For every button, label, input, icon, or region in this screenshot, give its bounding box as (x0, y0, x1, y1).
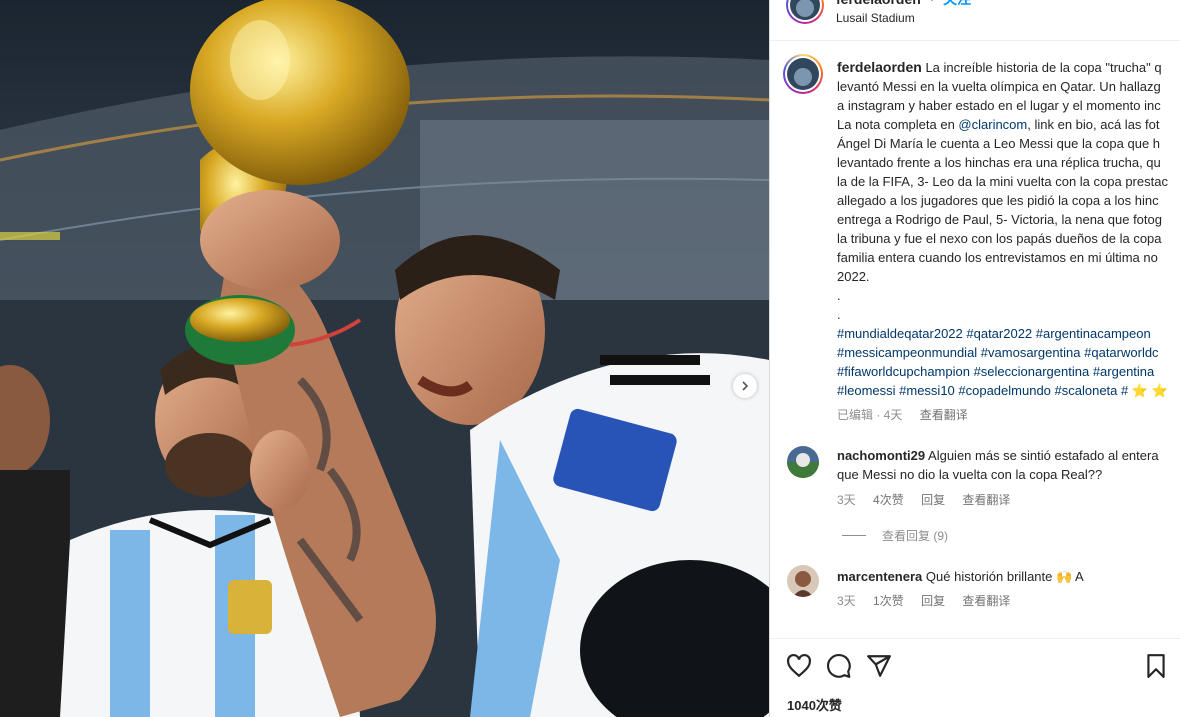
caption-mention[interactable]: @clarincom (958, 117, 1027, 132)
caption-avatar[interactable] (787, 58, 819, 90)
likes-count[interactable]: 1040次赞 (787, 695, 842, 714)
post-location[interactable]: Lusail Stadium (836, 11, 915, 25)
view-replies-label: 查看回复 (9) (882, 529, 949, 543)
comment-username[interactable]: nachomonti29 (837, 448, 925, 463)
heart-icon[interactable] (786, 653, 812, 679)
comment-avatar[interactable] (787, 446, 819, 478)
comment-body: Alguien más se sintió estafado al entera (928, 448, 1159, 463)
comment-age: 3天 (837, 594, 856, 608)
action-bar: 1040次赞 (770, 638, 1180, 717)
comment-meta: 3天 1次赞 回复 查看翻译 (837, 592, 1024, 609)
caption-translate-button[interactable]: 查看翻译 (920, 408, 968, 422)
caption-meta: 已编辑 · 4天 查看翻译 (837, 406, 982, 423)
caption-hashtags[interactable]: #mundialdeqatar2022 #qatar2022 #argentin… (837, 326, 1168, 398)
comment-username[interactable]: marcentenera (837, 569, 922, 584)
comment-text-line2: que Messi no dio la vuelta con la copa R… (837, 467, 1103, 482)
view-replies-button[interactable]: 查看回复 (9) (842, 527, 948, 544)
comment-age: 3天 (837, 493, 856, 507)
bookmark-icon[interactable] (1143, 653, 1169, 679)
translate-button[interactable]: 查看翻译 (962, 493, 1010, 507)
share-icon[interactable] (866, 653, 892, 679)
comment-text: nachomonti29 Alguien más se sintió estaf… (837, 446, 1180, 465)
comment-meta: 3天 4次赞 回复 查看翻译 (837, 491, 1024, 508)
post-caption: ferdelaorden La increíble historia de la… (837, 58, 1180, 400)
comments-section: ferdelaorden La increíble historia de la… (770, 41, 1180, 638)
post-header: ferdelaorden · 关注 Lusail Stadium (770, 0, 1180, 41)
reply-button[interactable]: 回复 (921, 493, 945, 507)
chevron-right-icon (742, 381, 749, 391)
caption-edited: 已编辑 · 4天 (837, 408, 903, 422)
comment-icon[interactable] (826, 653, 852, 679)
comment-text: marcentenera Qué historión brillante 🙌 A (837, 567, 1180, 586)
comment-avatar[interactable] (787, 565, 819, 597)
post-username[interactable]: ferdelaorden (836, 0, 921, 7)
reply-button[interactable]: 回复 (921, 594, 945, 608)
post-side-panel: ferdelaorden · 关注 Lusail Stadium ferdela… (769, 0, 1180, 717)
next-photo-button[interactable] (733, 374, 757, 398)
photo-illustration (0, 0, 769, 717)
comment-likes[interactable]: 1次赞 (873, 594, 904, 608)
translate-button[interactable]: 查看翻译 (962, 594, 1010, 608)
caption-username[interactable]: ferdelaorden (837, 59, 922, 75)
caption-text-2: , link en bio, acá las fot Ángel Di Marí… (837, 117, 1168, 322)
post-photo (0, 0, 769, 717)
follow-button[interactable]: 关注 (943, 0, 971, 7)
comment-likes[interactable]: 4次赞 (873, 493, 904, 507)
comment-body: Qué historión brillante 🙌 A (925, 569, 1084, 584)
